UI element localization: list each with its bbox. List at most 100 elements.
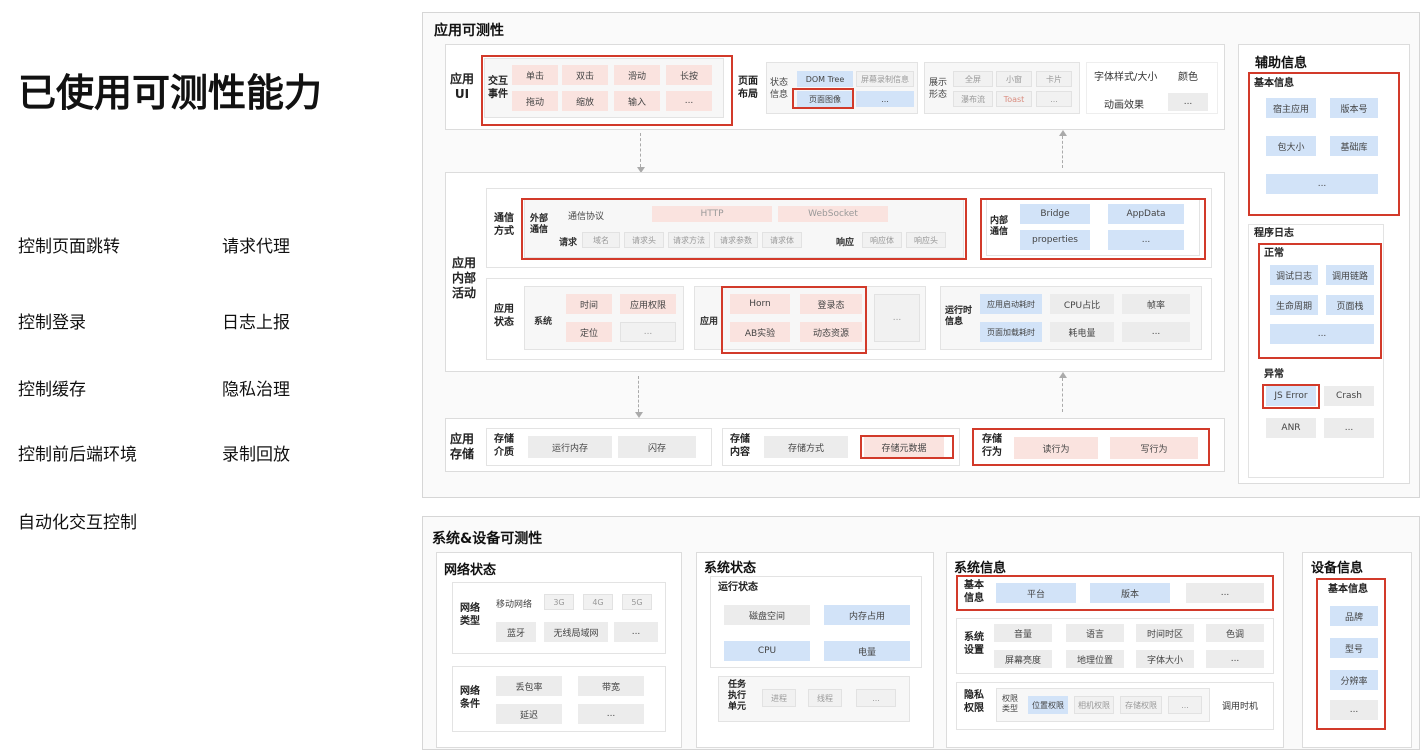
- chip: 基础库: [1330, 136, 1378, 156]
- chip: CPU占比: [1050, 294, 1114, 314]
- capability-item: 控制前后端环境: [18, 445, 137, 465]
- chip: 缩放: [562, 91, 608, 111]
- chip: ...: [1168, 93, 1208, 111]
- network-title: 网络状态: [444, 563, 497, 578]
- chip: 写行为: [1110, 437, 1198, 459]
- chip: 单击: [512, 65, 558, 85]
- chip: 内存占用: [824, 605, 910, 625]
- chip: ...: [856, 689, 896, 707]
- network-type-group: [452, 582, 666, 654]
- protocol-label: 通信协议: [568, 212, 605, 222]
- capability-item: 录制回放: [222, 445, 290, 465]
- chip: 位置权限: [1028, 696, 1068, 714]
- device-basic-label: 基本信息: [1328, 584, 1368, 595]
- chip: 屏幕亮度: [994, 650, 1052, 668]
- run-state-label: 运行状态: [718, 582, 758, 593]
- chip: 宿主应用: [1266, 98, 1316, 118]
- chip: 卡片: [1036, 71, 1072, 87]
- state-info-label: 状态 信息: [770, 78, 789, 100]
- chip: 请求头: [624, 232, 664, 248]
- chip: ...: [1266, 174, 1378, 194]
- log-group: [1248, 224, 1384, 478]
- chip: 长按: [666, 65, 712, 85]
- normal-label: 正常: [1264, 248, 1284, 259]
- comm-label: 通信 方式: [494, 213, 514, 237]
- chip: 耗电量: [1050, 322, 1114, 342]
- chip: 小窗: [996, 71, 1032, 87]
- aux-basic-label: 基本信息: [1254, 78, 1294, 89]
- chip: 电量: [824, 641, 910, 661]
- chip: 品牌: [1330, 606, 1378, 626]
- chip: ...: [1330, 700, 1378, 720]
- storage-medium-label: 存储 介质: [494, 434, 514, 458]
- interact-label: 交互 事件: [488, 76, 508, 100]
- chip: 双击: [562, 65, 608, 85]
- system-label: 系统: [534, 317, 553, 327]
- chip: 延迟: [496, 704, 562, 724]
- style-font: 字体样式/大小: [1094, 72, 1158, 83]
- chip: 音量: [994, 624, 1052, 642]
- storage-behavior-label: 存储 行为: [982, 434, 1002, 458]
- chip: ...: [1036, 91, 1072, 107]
- request-label: 请求: [559, 238, 578, 248]
- flow-arrow-up: [1059, 130, 1067, 168]
- network-type-label: 网络 类型: [460, 603, 480, 627]
- chip: 4G: [583, 594, 613, 610]
- chip: 字体大小: [1136, 650, 1194, 668]
- chip: 全屏: [953, 71, 993, 87]
- chip: 相机权限: [1074, 696, 1114, 714]
- chip: ...: [614, 622, 658, 642]
- capability-item: 控制缓存: [18, 380, 86, 400]
- style-color: 颜色: [1178, 72, 1198, 83]
- chip: ...: [1206, 650, 1264, 668]
- mobile-label: 移动网络: [496, 600, 533, 610]
- chip: AB实验: [730, 322, 790, 342]
- sys-settings-label: 系统 设置: [964, 632, 984, 656]
- chip: Crash: [1324, 386, 1374, 406]
- chip: ...: [620, 322, 676, 342]
- chip: 存储元数据: [864, 436, 944, 458]
- chip: 版本: [1090, 583, 1170, 603]
- chip: ANR: [1266, 418, 1316, 438]
- chip: 定位: [566, 322, 612, 342]
- capability-item: 控制登录: [18, 313, 86, 333]
- chip: JS Error: [1266, 386, 1316, 406]
- chip: 5G: [622, 594, 652, 610]
- chip: 线程: [808, 689, 842, 707]
- chip: ...: [856, 91, 914, 107]
- chip: 无线局域网: [544, 622, 608, 642]
- internal-activity-label: 应用 内部 活动: [452, 256, 477, 300]
- chip: ...: [1324, 418, 1374, 438]
- call-time-label: 调用时机: [1222, 702, 1259, 712]
- chip: ...: [1168, 696, 1202, 714]
- chip: Horn: [730, 294, 790, 314]
- app-testability-title: 应用可测性: [434, 23, 504, 39]
- chip: 3G: [544, 594, 574, 610]
- display-form-label: 展示 形态: [929, 78, 948, 100]
- chip: 页面图像: [797, 91, 853, 107]
- chip: DOM Tree: [797, 71, 853, 87]
- capability-item: 控制页面跳转: [18, 237, 120, 257]
- flow-arrow-down: [635, 376, 643, 418]
- chip: 蓝牙: [496, 622, 536, 642]
- chip: 页面栈: [1326, 295, 1374, 315]
- chip: 包大小: [1266, 136, 1316, 156]
- chip: ...: [1108, 230, 1184, 250]
- system-state-title: 系统状态: [704, 561, 757, 576]
- chip: 调用链路: [1326, 265, 1374, 285]
- chip: 色调: [1206, 624, 1264, 642]
- app-ui-label: 应用 UI: [450, 72, 475, 101]
- privacy-label: 隐私 权限: [964, 690, 984, 714]
- chip: 版本号: [1330, 98, 1378, 118]
- chip: 时间时区: [1136, 624, 1194, 642]
- ext-comm-label: 外部 通信: [530, 214, 549, 236]
- task-unit-label: 任务 执行 单元: [728, 680, 747, 712]
- app-label: 应用: [700, 317, 719, 327]
- chip: 帧率: [1122, 294, 1190, 314]
- capability-item: 隐私治理: [222, 380, 290, 400]
- chip: 屏幕录制信息: [856, 71, 914, 87]
- chip: 应用权限: [620, 294, 676, 314]
- perm-type-label: 权限 类型: [1002, 694, 1018, 714]
- chip: 运行内存: [528, 436, 612, 458]
- chip: 应用启动耗时: [980, 294, 1042, 314]
